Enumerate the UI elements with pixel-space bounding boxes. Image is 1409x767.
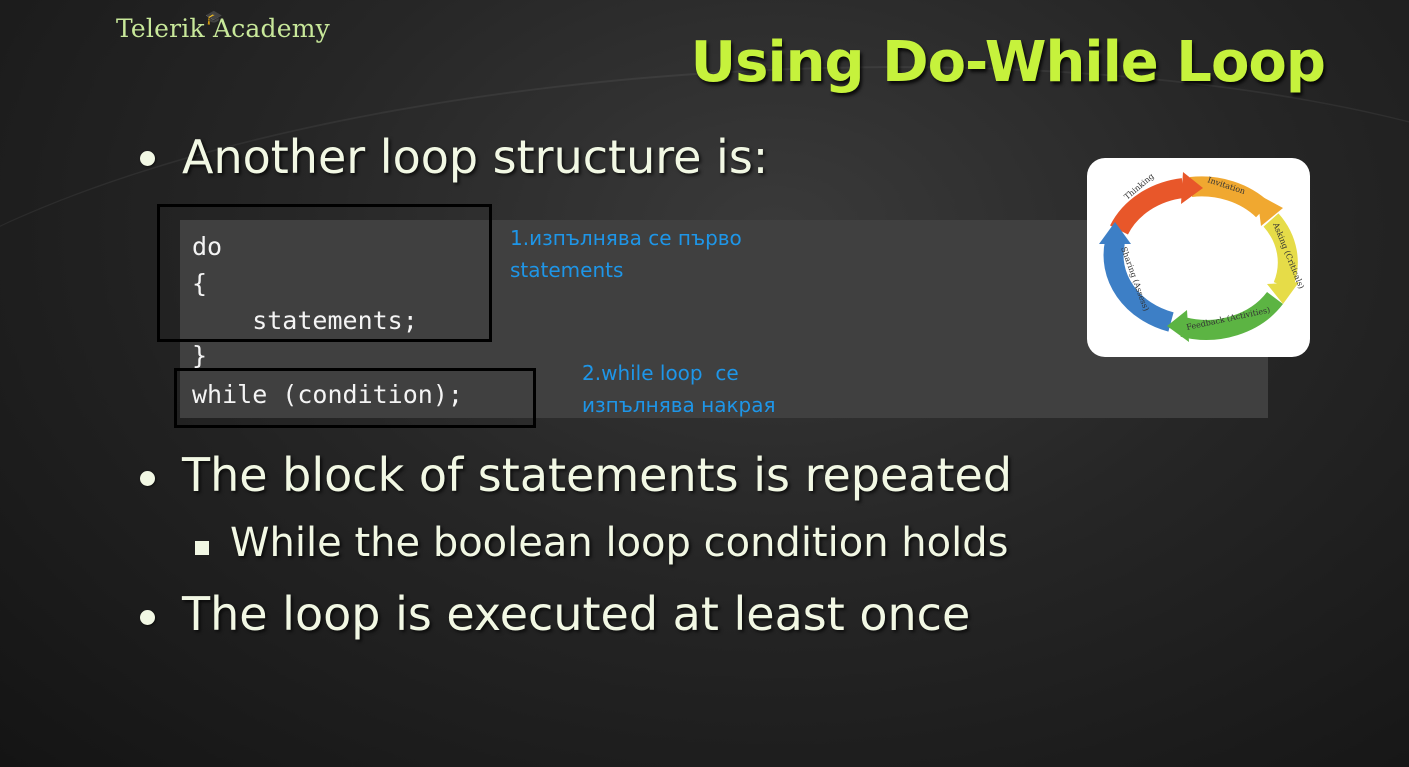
logo-text: Telerik Academy <box>116 14 330 43</box>
bullet-dot-3 <box>140 610 155 625</box>
annotation-first: 1.изпълнява се първо statements <box>510 222 742 286</box>
cycle-diagram: Thinking Invitation Asking (Criticals) F… <box>1099 172 1306 342</box>
annotation-second-line1: 2.while loop се <box>582 361 739 385</box>
code-line-close-brace: } <box>192 341 208 370</box>
highlight-box-do-block <box>157 204 492 342</box>
bullet-executed-once: The loop is executed at least once <box>182 587 971 641</box>
bullet-block-repeated: The block of statements is repeated <box>182 448 1013 502</box>
bullet-dot-1 <box>140 151 155 166</box>
graduation-cap-icon: 🎓 <box>205 10 223 26</box>
sub-bullet-condition-holds: While the boolean loop condition holds <box>230 520 1009 566</box>
annotation-second-line2: изпълнява накрая <box>582 393 776 417</box>
sub-bullet-square <box>195 541 209 555</box>
learning-cycle-image: Thinking Invitation Asking (Criticals) F… <box>1087 158 1310 357</box>
bullet-dot-2 <box>140 471 155 486</box>
slide-title: Using Do-While Loop <box>690 30 1326 95</box>
telerik-academy-logo: Telerik Academy <box>116 14 330 43</box>
annotation-second: 2.while loop се изпълнява накрая <box>582 357 776 421</box>
highlight-box-while <box>174 368 536 428</box>
bullet-another-loop: Another loop structure is: <box>182 130 769 184</box>
annotation-first-line1: 1.изпълнява се първо <box>510 226 742 250</box>
annotation-first-line2: statements <box>510 258 624 282</box>
